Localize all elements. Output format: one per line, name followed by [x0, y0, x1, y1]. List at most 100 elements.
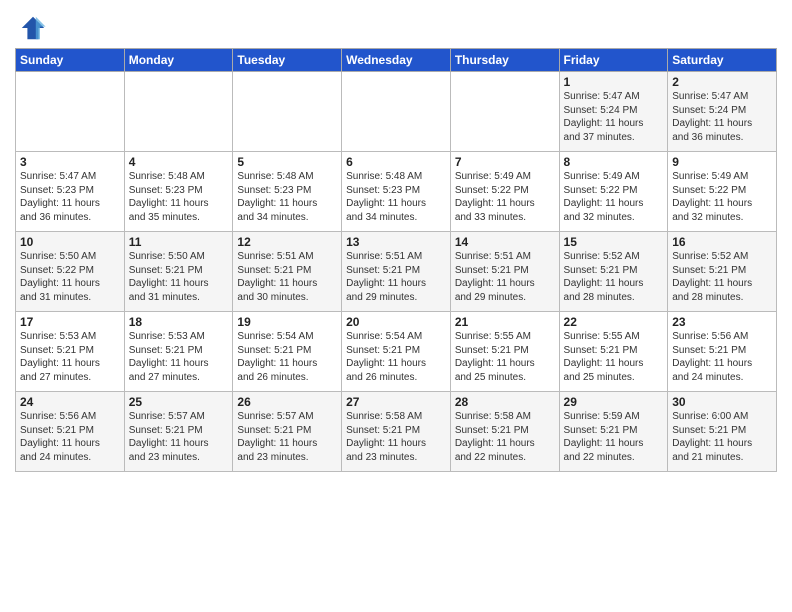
day-number: 10 — [20, 235, 120, 249]
calendar-cell: 12Sunrise: 5:51 AM Sunset: 5:21 PM Dayli… — [233, 232, 342, 312]
day-number: 12 — [237, 235, 337, 249]
calendar-cell: 23Sunrise: 5:56 AM Sunset: 5:21 PM Dayli… — [668, 312, 777, 392]
calendar-cell: 8Sunrise: 5:49 AM Sunset: 5:22 PM Daylig… — [559, 152, 668, 232]
calendar-cell: 27Sunrise: 5:58 AM Sunset: 5:21 PM Dayli… — [342, 392, 451, 472]
day-info: Sunrise: 5:48 AM Sunset: 5:23 PM Dayligh… — [129, 170, 229, 224]
calendar-cell: 10Sunrise: 5:50 AM Sunset: 5:22 PM Dayli… — [16, 232, 125, 312]
day-info: Sunrise: 5:50 AM Sunset: 5:21 PM Dayligh… — [129, 250, 229, 304]
logo-icon — [19, 14, 47, 42]
week-row-1: 1Sunrise: 5:47 AM Sunset: 5:24 PM Daylig… — [16, 72, 777, 152]
day-number: 19 — [237, 315, 337, 329]
calendar-cell — [233, 72, 342, 152]
weekday-header-saturday: Saturday — [668, 49, 777, 72]
day-number: 8 — [564, 155, 664, 169]
day-info: Sunrise: 5:49 AM Sunset: 5:22 PM Dayligh… — [564, 170, 664, 224]
day-info: Sunrise: 5:50 AM Sunset: 5:22 PM Dayligh… — [20, 250, 120, 304]
calendar-cell: 1Sunrise: 5:47 AM Sunset: 5:24 PM Daylig… — [559, 72, 668, 152]
day-number: 5 — [237, 155, 337, 169]
day-number: 3 — [20, 155, 120, 169]
calendar-cell: 4Sunrise: 5:48 AM Sunset: 5:23 PM Daylig… — [124, 152, 233, 232]
weekday-header-row: SundayMondayTuesdayWednesdayThursdayFrid… — [16, 49, 777, 72]
calendar-cell — [450, 72, 559, 152]
day-info: Sunrise: 5:55 AM Sunset: 5:21 PM Dayligh… — [564, 330, 664, 384]
day-info: Sunrise: 5:51 AM Sunset: 5:21 PM Dayligh… — [455, 250, 555, 304]
calendar-cell: 28Sunrise: 5:58 AM Sunset: 5:21 PM Dayli… — [450, 392, 559, 472]
calendar-cell: 20Sunrise: 5:54 AM Sunset: 5:21 PM Dayli… — [342, 312, 451, 392]
day-info: Sunrise: 5:53 AM Sunset: 5:21 PM Dayligh… — [20, 330, 120, 384]
day-info: Sunrise: 5:49 AM Sunset: 5:22 PM Dayligh… — [672, 170, 772, 224]
day-number: 6 — [346, 155, 446, 169]
day-number: 16 — [672, 235, 772, 249]
calendar-cell: 26Sunrise: 5:57 AM Sunset: 5:21 PM Dayli… — [233, 392, 342, 472]
calendar-cell: 3Sunrise: 5:47 AM Sunset: 5:23 PM Daylig… — [16, 152, 125, 232]
day-info: Sunrise: 5:58 AM Sunset: 5:21 PM Dayligh… — [346, 410, 446, 464]
day-info: Sunrise: 5:52 AM Sunset: 5:21 PM Dayligh… — [672, 250, 772, 304]
calendar-cell: 17Sunrise: 5:53 AM Sunset: 5:21 PM Dayli… — [16, 312, 125, 392]
day-number: 17 — [20, 315, 120, 329]
day-info: Sunrise: 6:00 AM Sunset: 5:21 PM Dayligh… — [672, 410, 772, 464]
day-info: Sunrise: 5:53 AM Sunset: 5:21 PM Dayligh… — [129, 330, 229, 384]
calendar-cell: 16Sunrise: 5:52 AM Sunset: 5:21 PM Dayli… — [668, 232, 777, 312]
day-number: 18 — [129, 315, 229, 329]
day-info: Sunrise: 5:58 AM Sunset: 5:21 PM Dayligh… — [455, 410, 555, 464]
week-row-2: 3Sunrise: 5:47 AM Sunset: 5:23 PM Daylig… — [16, 152, 777, 232]
day-number: 11 — [129, 235, 229, 249]
calendar-cell: 14Sunrise: 5:51 AM Sunset: 5:21 PM Dayli… — [450, 232, 559, 312]
calendar-cell: 30Sunrise: 6:00 AM Sunset: 5:21 PM Dayli… — [668, 392, 777, 472]
day-info: Sunrise: 5:54 AM Sunset: 5:21 PM Dayligh… — [346, 330, 446, 384]
day-number: 15 — [564, 235, 664, 249]
day-number: 4 — [129, 155, 229, 169]
day-number: 1 — [564, 75, 664, 89]
day-info: Sunrise: 5:59 AM Sunset: 5:21 PM Dayligh… — [564, 410, 664, 464]
day-info: Sunrise: 5:57 AM Sunset: 5:21 PM Dayligh… — [129, 410, 229, 464]
calendar-cell: 15Sunrise: 5:52 AM Sunset: 5:21 PM Dayli… — [559, 232, 668, 312]
calendar-cell: 21Sunrise: 5:55 AM Sunset: 5:21 PM Dayli… — [450, 312, 559, 392]
calendar-cell: 5Sunrise: 5:48 AM Sunset: 5:23 PM Daylig… — [233, 152, 342, 232]
weekday-header-monday: Monday — [124, 49, 233, 72]
calendar-cell: 9Sunrise: 5:49 AM Sunset: 5:22 PM Daylig… — [668, 152, 777, 232]
calendar-cell — [16, 72, 125, 152]
day-number: 2 — [672, 75, 772, 89]
day-info: Sunrise: 5:47 AM Sunset: 5:23 PM Dayligh… — [20, 170, 120, 224]
day-number: 23 — [672, 315, 772, 329]
calendar-cell: 7Sunrise: 5:49 AM Sunset: 5:22 PM Daylig… — [450, 152, 559, 232]
day-info: Sunrise: 5:56 AM Sunset: 5:21 PM Dayligh… — [20, 410, 120, 464]
day-number: 28 — [455, 395, 555, 409]
calendar-cell: 19Sunrise: 5:54 AM Sunset: 5:21 PM Dayli… — [233, 312, 342, 392]
day-info: Sunrise: 5:49 AM Sunset: 5:22 PM Dayligh… — [455, 170, 555, 224]
calendar-cell: 25Sunrise: 5:57 AM Sunset: 5:21 PM Dayli… — [124, 392, 233, 472]
day-number: 27 — [346, 395, 446, 409]
weekday-header-friday: Friday — [559, 49, 668, 72]
calendar-cell — [124, 72, 233, 152]
calendar-cell: 11Sunrise: 5:50 AM Sunset: 5:21 PM Dayli… — [124, 232, 233, 312]
day-number: 7 — [455, 155, 555, 169]
day-number: 13 — [346, 235, 446, 249]
calendar-table: SundayMondayTuesdayWednesdayThursdayFrid… — [15, 48, 777, 472]
calendar-cell: 6Sunrise: 5:48 AM Sunset: 5:23 PM Daylig… — [342, 152, 451, 232]
day-number: 9 — [672, 155, 772, 169]
week-row-4: 17Sunrise: 5:53 AM Sunset: 5:21 PM Dayli… — [16, 312, 777, 392]
day-info: Sunrise: 5:56 AM Sunset: 5:21 PM Dayligh… — [672, 330, 772, 384]
day-number: 20 — [346, 315, 446, 329]
weekday-header-wednesday: Wednesday — [342, 49, 451, 72]
logo — [15, 14, 47, 42]
page: SundayMondayTuesdayWednesdayThursdayFrid… — [0, 0, 792, 612]
week-row-5: 24Sunrise: 5:56 AM Sunset: 5:21 PM Dayli… — [16, 392, 777, 472]
day-number: 30 — [672, 395, 772, 409]
weekday-header-tuesday: Tuesday — [233, 49, 342, 72]
day-number: 14 — [455, 235, 555, 249]
week-row-3: 10Sunrise: 5:50 AM Sunset: 5:22 PM Dayli… — [16, 232, 777, 312]
day-number: 26 — [237, 395, 337, 409]
day-info: Sunrise: 5:55 AM Sunset: 5:21 PM Dayligh… — [455, 330, 555, 384]
calendar-cell: 18Sunrise: 5:53 AM Sunset: 5:21 PM Dayli… — [124, 312, 233, 392]
calendar-cell: 2Sunrise: 5:47 AM Sunset: 5:24 PM Daylig… — [668, 72, 777, 152]
day-info: Sunrise: 5:48 AM Sunset: 5:23 PM Dayligh… — [237, 170, 337, 224]
day-info: Sunrise: 5:51 AM Sunset: 5:21 PM Dayligh… — [237, 250, 337, 304]
day-number: 21 — [455, 315, 555, 329]
weekday-header-thursday: Thursday — [450, 49, 559, 72]
day-info: Sunrise: 5:54 AM Sunset: 5:21 PM Dayligh… — [237, 330, 337, 384]
day-info: Sunrise: 5:57 AM Sunset: 5:21 PM Dayligh… — [237, 410, 337, 464]
calendar-cell: 24Sunrise: 5:56 AM Sunset: 5:21 PM Dayli… — [16, 392, 125, 472]
calendar-cell: 13Sunrise: 5:51 AM Sunset: 5:21 PM Dayli… — [342, 232, 451, 312]
day-info: Sunrise: 5:47 AM Sunset: 5:24 PM Dayligh… — [564, 90, 664, 144]
